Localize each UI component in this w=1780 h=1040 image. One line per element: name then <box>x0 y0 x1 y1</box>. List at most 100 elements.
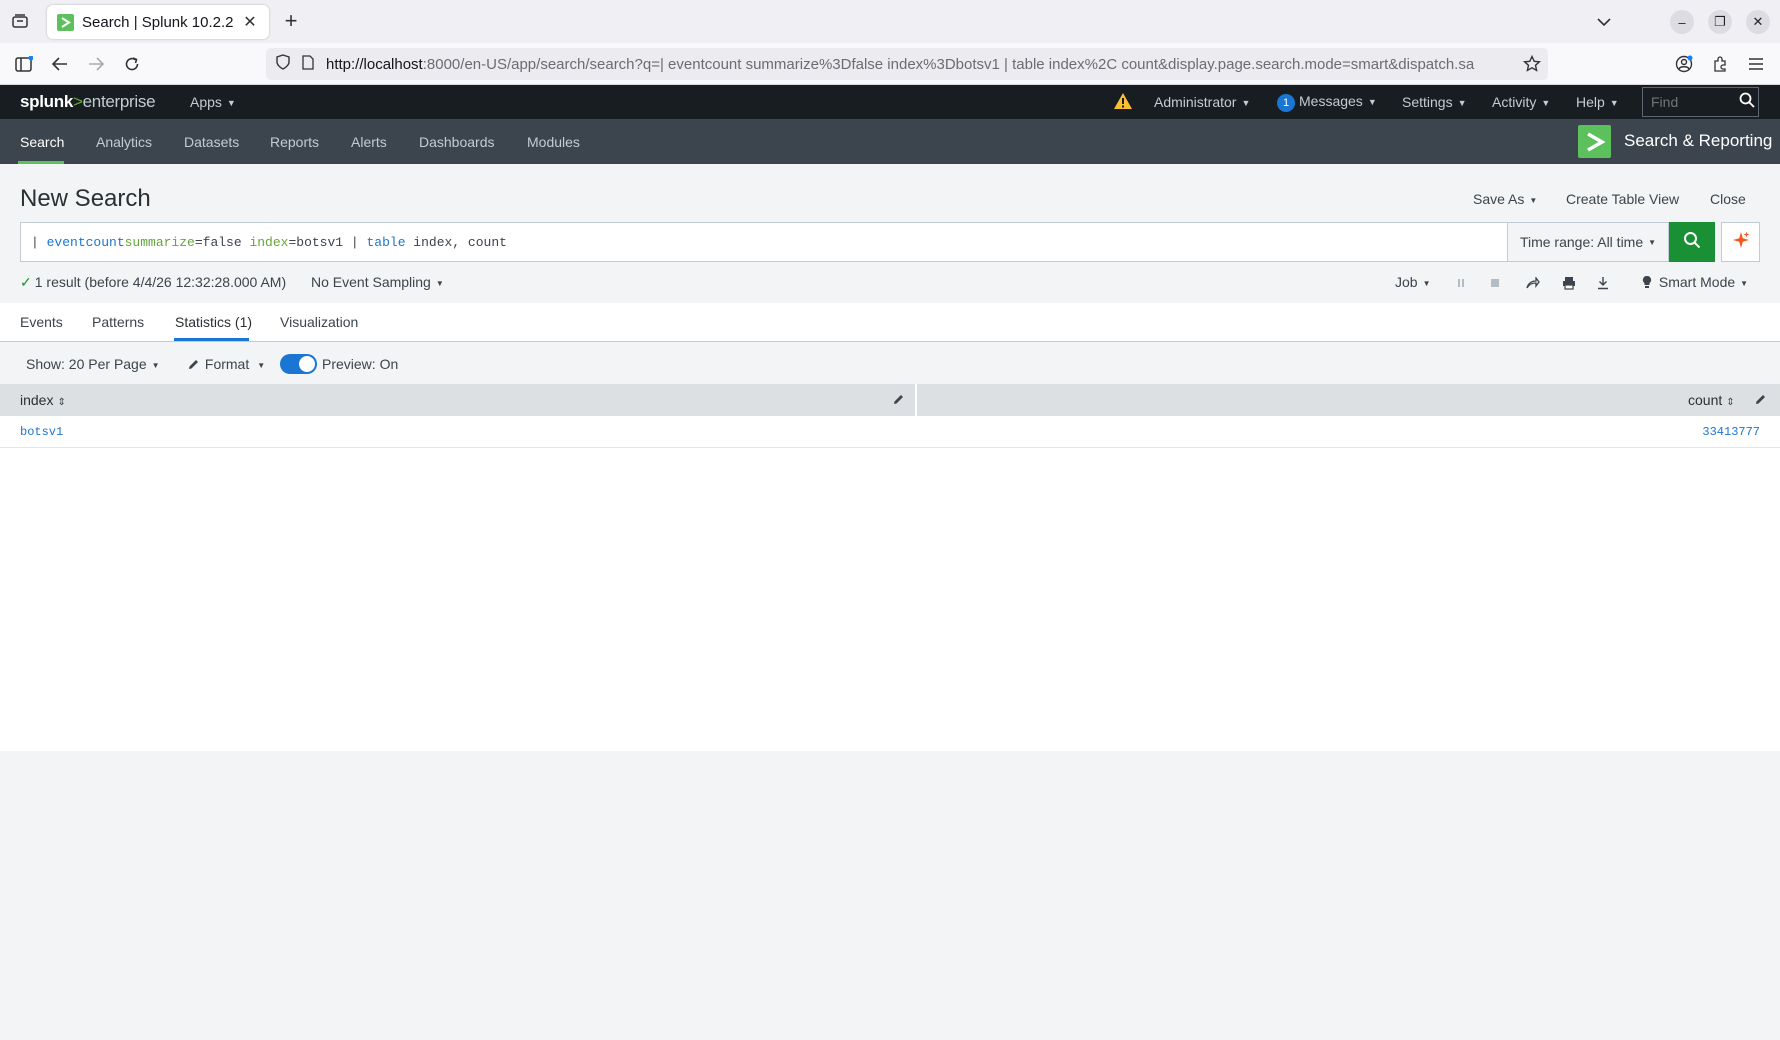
app-bar: Search Analytics Datasets Reports Alerts… <box>0 119 1780 164</box>
query-token: summarize <box>124 234 195 250</box>
menu-icon[interactable] <box>1744 52 1768 76</box>
caret-down-icon: ▼ <box>435 279 444 288</box>
format-label: Format <box>204 356 250 372</box>
search-icon[interactable] <box>1739 92 1755 112</box>
close-tab-icon[interactable]: ✕ <box>241 12 259 32</box>
find-input[interactable] <box>1651 94 1731 110</box>
job-menu-label: Job <box>1395 274 1418 290</box>
search-button[interactable] <box>1669 222 1715 262</box>
column-name: index <box>20 392 54 408</box>
app-nav-modules[interactable]: Modules <box>527 134 580 150</box>
caret-down-icon: ▼ <box>1367 97 1377 107</box>
forward-arrow-icon[interactable] <box>84 52 108 76</box>
back-arrow-icon[interactable] <box>48 52 72 76</box>
browser-navbar: http://localhost:8000/en-US/app/search/s… <box>0 43 1780 85</box>
caret-down-icon: ▼ <box>1609 98 1619 108</box>
app-nav-dashboards[interactable]: Dashboards <box>419 134 495 150</box>
table-row: botsv1 33413777 <box>0 416 1780 448</box>
sort-icon[interactable]: ⇕ <box>57 397 65 408</box>
tab-statistics[interactable]: Statistics (1) <box>175 314 252 330</box>
user-menu[interactable]: Administrator ▼ <box>1154 94 1250 110</box>
app-nav-reports[interactable]: Reports <box>270 134 319 150</box>
caret-down-icon: ▼ <box>1457 98 1467 108</box>
create-table-view-link[interactable]: Create Table View <box>1566 191 1679 207</box>
url-text[interactable]: http://localhost:8000/en-US/app/search/s… <box>326 56 1496 73</box>
settings-menu[interactable]: Settings ▼ <box>1402 94 1467 110</box>
search-icon <box>1683 231 1701 253</box>
browser-tab-strip: Search | Splunk 10.2.2 ✕ + – ❐ ✕ <box>0 0 1780 43</box>
caret-down-icon: ▼ <box>1529 196 1538 205</box>
tab-list-icon[interactable] <box>10 11 30 31</box>
tab-events[interactable]: Events <box>20 314 63 330</box>
browser-tab[interactable]: Search | Splunk 10.2.2 ✕ <box>47 5 269 39</box>
restore-icon[interactable]: ❐ <box>1708 10 1732 34</box>
help-menu[interactable]: Help ▼ <box>1576 94 1619 110</box>
edit-column-icon[interactable] <box>1753 392 1767 406</box>
sidebar-icon[interactable] <box>12 52 36 76</box>
caret-down-icon: ▼ <box>1541 98 1551 108</box>
sort-icon[interactable]: ⇕ <box>1726 397 1734 408</box>
edit-column-icon[interactable] <box>891 392 905 406</box>
print-icon[interactable] <box>1560 274 1578 292</box>
apps-menu[interactable]: Apps ▼ <box>190 94 236 110</box>
column-header-count[interactable]: count ⇕ <box>1688 392 1735 408</box>
splunk-logo[interactable]: splunk>enterprise <box>20 92 156 112</box>
shield-icon[interactable] <box>276 54 290 74</box>
event-sampling-menu[interactable]: No Event Sampling ▼ <box>311 274 444 290</box>
query-token: =false <box>194 234 250 250</box>
extensions-icon[interactable] <box>1708 52 1732 76</box>
preview-toggle[interactable] <box>280 354 317 374</box>
export-icon[interactable] <box>1594 274 1612 292</box>
messages-menu[interactable]: 1 Messages ▼ <box>1277 93 1377 112</box>
search-mode-menu[interactable]: Smart Mode ▼ <box>1642 274 1748 290</box>
bookmark-star-icon[interactable] <box>1520 52 1544 76</box>
column-header-index[interactable]: index ⇕ <box>0 384 917 416</box>
url-bar[interactable]: http://localhost:8000/en-US/app/search/s… <box>266 48 1548 80</box>
ai-assistant-button[interactable] <box>1721 222 1760 262</box>
pause-icon[interactable] <box>1452 274 1470 292</box>
table-cell-count[interactable]: 33413777 <box>1702 425 1760 439</box>
result-count-text: 1 result (before 4/4/26 12:32:28.000 AM) <box>34 274 287 290</box>
results-table: index ⇕ count ⇕ botsv1 33413777 <box>0 384 1780 751</box>
table-cell-index[interactable]: botsv1 <box>20 425 63 439</box>
activity-menu[interactable]: Activity ▼ <box>1492 94 1550 110</box>
find-field[interactable] <box>1642 87 1759 117</box>
caret-down-icon: ▼ <box>1740 279 1749 288</box>
app-name[interactable]: Search & Reporting <box>1624 131 1772 151</box>
chevron-down-icon[interactable] <box>1592 10 1616 34</box>
column-label: index ⇕ <box>20 392 66 408</box>
job-menu[interactable]: Job ▼ <box>1395 274 1431 290</box>
query-token: table <box>366 234 406 250</box>
messages-menu-label: Messages <box>1299 93 1363 109</box>
page-info-icon[interactable] <box>302 54 314 74</box>
close-link[interactable]: Close <box>1710 191 1746 207</box>
save-as-menu[interactable]: Save As ▼ <box>1473 191 1537 207</box>
time-range-picker[interactable]: Time range: All time ▼ <box>1508 222 1669 262</box>
page-title: New Search <box>20 185 151 212</box>
table-header: index ⇕ count ⇕ <box>0 384 1780 416</box>
stop-icon[interactable] <box>1486 274 1504 292</box>
lightbulb-icon <box>1642 274 1656 290</box>
reload-icon[interactable] <box>120 52 144 76</box>
toggle-knob <box>299 356 315 372</box>
app-logo-icon[interactable] <box>1578 125 1611 158</box>
format-menu[interactable]: Format ▼ <box>188 356 265 372</box>
tab-visualization[interactable]: Visualization <box>280 314 358 330</box>
search-query-input[interactable]: | eventcount summarize =false index =botsv… <box>20 222 1508 262</box>
warning-icon[interactable] <box>1113 92 1133 113</box>
per-page-menu[interactable]: Show: 20 Per Page ▼ <box>26 356 160 372</box>
account-icon[interactable] <box>1672 52 1696 76</box>
app-nav-analytics[interactable]: Analytics <box>96 134 152 150</box>
user-menu-label: Administrator <box>1154 94 1237 110</box>
window-close-icon[interactable]: ✕ <box>1746 10 1770 34</box>
apps-menu-label: Apps <box>190 94 222 110</box>
pencil-icon <box>188 356 203 372</box>
app-nav-alerts[interactable]: Alerts <box>351 134 387 150</box>
new-tab-icon[interactable]: + <box>279 8 303 33</box>
share-icon[interactable] <box>1524 274 1542 292</box>
tab-patterns[interactable]: Patterns <box>92 314 144 330</box>
app-nav-datasets[interactable]: Datasets <box>184 134 239 150</box>
app-nav-search[interactable]: Search <box>20 134 64 150</box>
caret-down-icon: ▼ <box>1422 279 1431 288</box>
minimize-icon[interactable]: – <box>1670 10 1694 34</box>
